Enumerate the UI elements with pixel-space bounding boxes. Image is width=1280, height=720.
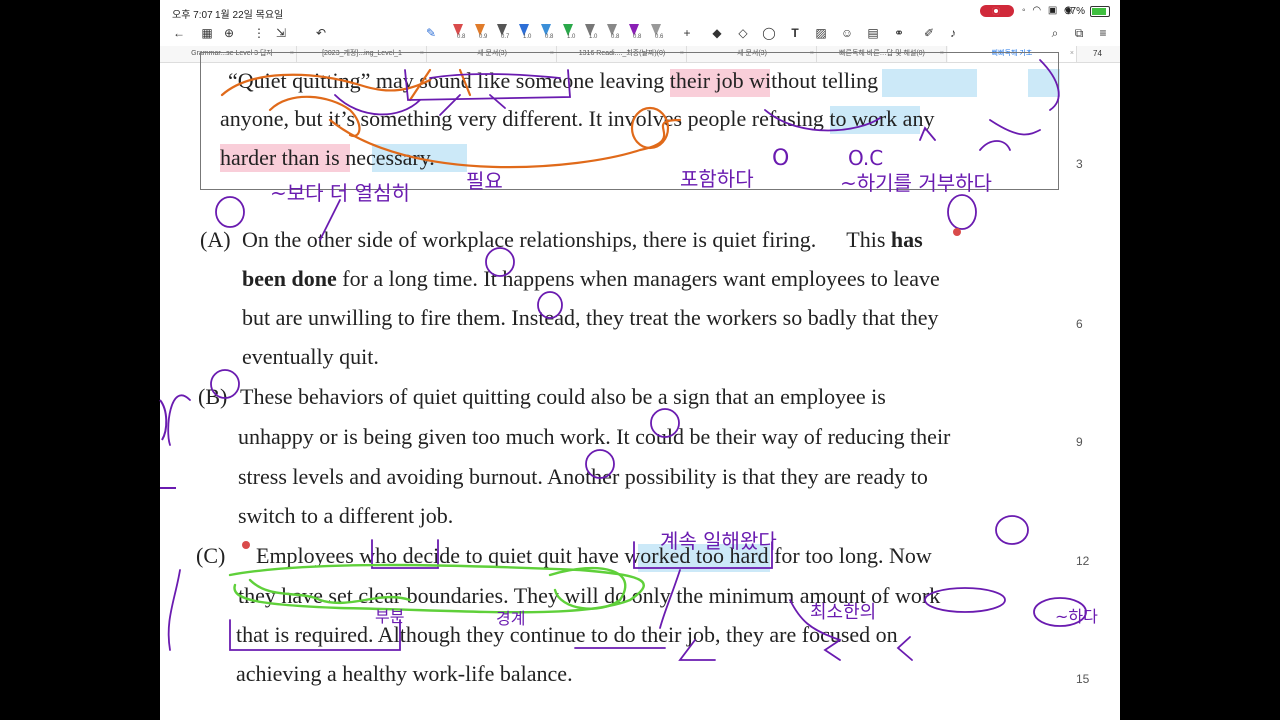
para-a-line-1: On the other side of workplace relations… [242,227,923,252]
battery-icon [1090,6,1110,17]
apps-icon[interactable]: ⋮ [250,24,268,42]
intro-line-3: harder than is necessary. [220,145,435,170]
pen-swatch[interactable]: 1.0 [584,22,598,42]
undo-icon[interactable]: ↶ [312,24,330,42]
image-icon[interactable]: ▨ [812,24,830,42]
back-icon[interactable]: ← [170,24,188,42]
pen-swatch[interactable]: 0.8 [628,22,642,42]
battery-percent: 97% [1065,6,1086,17]
zoom-level[interactable]: 74 [1093,46,1102,62]
pen-size-label: 0.9 [479,34,488,40]
pen-swatch[interactable]: 1.0 [518,22,532,42]
pen-tool-icon[interactable]: ✎ [422,24,440,42]
para-c-line-2: they have set clear boundaries. They wil… [238,583,941,608]
link-icon[interactable]: ⚭ [890,24,908,42]
status-bar: 오후 7:07 1월 22일 목요일 ◦ ◠ ▣ ◉ 97% [160,0,1120,22]
pen-size-label: 1.0 [567,34,576,40]
export-icon[interactable]: ⇲ [272,24,290,42]
tab-close-icon[interactable]: × [1070,46,1074,62]
para-a-line-2: been done for a long time. It happens wh… [242,266,940,291]
para-label-b: (B) [198,384,228,409]
line-number-12: 12 [1076,554,1090,568]
search-icon[interactable]: ⌕ [1046,24,1064,42]
mic-icon[interactable]: ♪ [944,24,962,42]
para-a-line-2-rest: for a long time. It happens when manager… [336,266,940,291]
add-page-icon[interactable]: ⊕ [220,24,238,42]
para-b-line-4: switch to a different job. [238,503,454,528]
para-b-line-1: These behaviors of quiet quitting could … [240,384,886,409]
pen-size-label: 0.6 [655,34,664,40]
pen-size-label: 0.8 [611,34,620,40]
pen-swatch[interactable]: 0.6 [650,22,664,42]
pen-size-label: 0.8 [545,34,554,40]
toolbar: ← ▦ ⊕ ⋮ ⇲ ↶ ✎ 0.8 0.9 0.7 1.0 0.8 1.0 1.0 0.8 0.… [160,22,1120,46]
para-a-line-4: eventually quit. [242,344,379,369]
menu-icon[interactable]: ≡ [1094,24,1112,42]
pen-swatch[interactable]: 1.0 [562,22,576,42]
pen-swatch[interactable]: 0.7 [496,22,510,42]
line-number-15: 15 [1076,672,1090,686]
screen-record-indicator[interactable] [980,5,1014,17]
intro-line-2: anyone, but it’s something very differen… [220,106,935,131]
para-a-line-3: but are unwilling to fire them. Instead,… [242,305,939,330]
tablet-screen: 오후 7:07 1월 22일 목요일 ◦ ◠ ▣ ◉ 97% ← ▦ ⊕ ⋮ ⇲… [160,0,1120,720]
para-label-a: (A) [200,227,231,252]
para-label-c: (C) [196,543,226,568]
grid-icon[interactable]: ▦ [198,24,216,42]
pen-swatch[interactable]: 0.9 [474,22,488,42]
add-pen-icon[interactable]: + [678,24,696,42]
para-c-line-1: Employees who decide to quiet quit have … [256,543,932,568]
laser-icon[interactable]: ✐ [920,24,938,42]
text-icon[interactable]: T [786,24,804,42]
intro-line-1: “Quiet quitting” may sound like someone … [228,68,879,93]
pen-swatch[interactable]: 0.8 [606,22,620,42]
eraser-icon[interactable]: ◆ [708,24,726,42]
lasso-icon[interactable]: ◯ [760,24,778,42]
pen-size-label: 1.0 [589,34,598,40]
pen-size-label: 0.7 [501,34,510,40]
sticker-icon[interactable]: ☺ [838,24,856,42]
status-date: 1월 22일 목요일 [215,10,284,21]
para-c-line-4: achieving a healthy work-life balance. [236,661,573,686]
line-number-6: 6 [1076,317,1083,331]
pen-swatch[interactable]: 0.8 [540,22,554,42]
para-c-line-3: that is required. Although they continue… [236,622,898,647]
document-page: “Quiet quitting” may sound like someone … [160,52,1120,720]
pen-swatch[interactable]: 0.8 [452,22,466,42]
comment-icon[interactable]: ▤ [864,24,882,42]
shape-icon[interactable]: ◇ [734,24,752,42]
line-number-3: 3 [1076,157,1083,171]
pen-size-label: 1.0 [523,34,532,40]
para-b-line-2: unhappy or is being given too much work.… [238,424,951,449]
pen-size-label: 0.8 [633,34,642,40]
status-time: 오후 7:07 [172,10,213,21]
line-number-9: 9 [1076,435,1083,449]
bookmark-icon[interactable]: ⧉ [1070,24,1088,42]
para-b-line-3: stress levels and avoiding burnout. Anot… [238,464,928,489]
pen-size-label: 0.8 [457,34,466,40]
